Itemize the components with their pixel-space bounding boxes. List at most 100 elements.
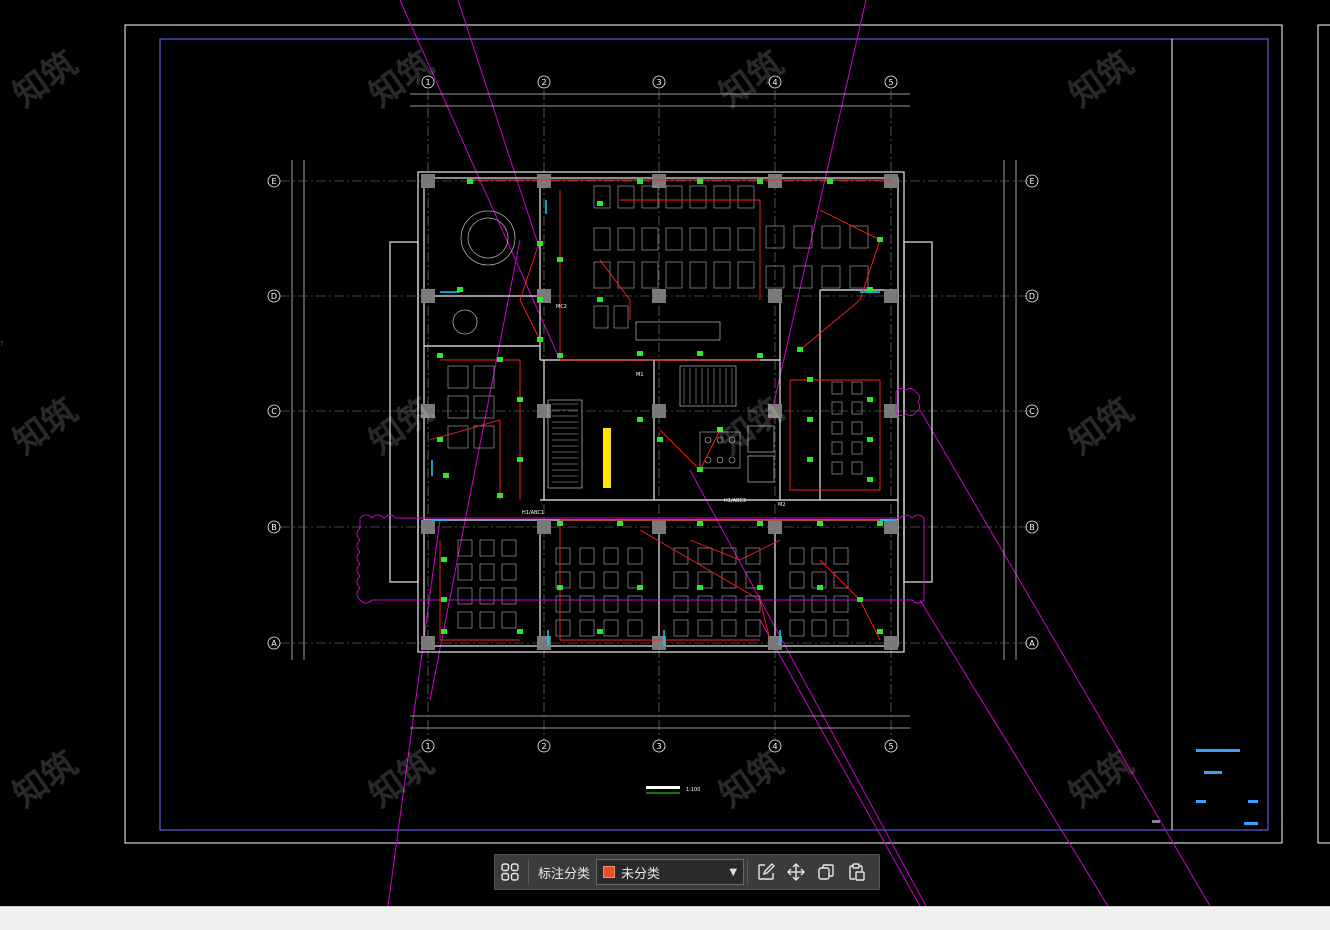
outlet-marker	[537, 337, 543, 342]
outlet-marker	[441, 597, 447, 602]
desk	[593, 227, 611, 251]
watermarks: 知筑 知筑 知筑 知筑知筑 知筑 知筑 知筑知筑 知筑 知筑 知筑	[6, 44, 1141, 816]
desk	[579, 547, 595, 565]
label-m1: M1	[636, 372, 644, 378]
watermark-text: 知筑	[1062, 391, 1141, 463]
axis-label-row-D: D	[271, 292, 277, 301]
watermark-text: 知筑	[362, 391, 441, 463]
toolbar-separator	[528, 860, 529, 884]
outlet-marker	[807, 417, 813, 422]
category-dropdown[interactable]: 未分类 ▼	[596, 859, 745, 885]
desk	[713, 261, 731, 289]
axis-label-row-A: A	[1029, 639, 1035, 648]
desk	[603, 619, 619, 637]
desk	[603, 571, 619, 589]
move-icon[interactable]	[781, 857, 811, 887]
outlet-marker	[537, 241, 543, 246]
cad-drawing-canvas[interactable]: 1122334455E ED DC CB BA A MC2 M1 M2 H1/A…	[0, 0, 1330, 930]
desk	[689, 185, 707, 209]
desk	[831, 461, 843, 475]
desk	[851, 421, 863, 435]
outlet-marker	[807, 377, 813, 382]
desk	[501, 611, 517, 629]
outlet-marker	[557, 257, 563, 262]
edit-icon[interactable]	[751, 857, 781, 887]
desk	[673, 571, 689, 589]
toolbar-separator	[747, 860, 749, 884]
desk	[473, 395, 495, 419]
axis-label-col-2: 2	[541, 78, 546, 87]
axis-label-row-E: E	[1029, 177, 1034, 186]
outlet-marker	[757, 179, 763, 184]
desk	[851, 441, 863, 455]
category-color-swatch	[603, 866, 616, 878]
outlet-marker	[877, 237, 883, 242]
desk	[665, 227, 683, 251]
desk	[579, 595, 595, 613]
desk	[721, 571, 737, 589]
outlet-marker	[697, 585, 703, 590]
desk	[789, 595, 805, 613]
outlet-marker	[537, 297, 543, 302]
axis-label-row-B: B	[271, 523, 277, 532]
axis-label-col-3: 3	[656, 742, 661, 751]
outlet-marker	[441, 557, 447, 562]
annotation-toolbar: 标注分类 未分类 ▼	[494, 854, 880, 890]
left-edge-text: 7	[0, 341, 4, 348]
desk	[603, 595, 619, 613]
desk	[603, 547, 619, 565]
outlet-marker	[597, 629, 603, 634]
desk	[831, 441, 843, 455]
outlet-marker	[517, 397, 523, 402]
status-bar	[0, 906, 1330, 930]
watermark-text: 知筑	[712, 44, 791, 116]
axis-label-col-5: 5	[888, 78, 893, 87]
title-block-text	[1152, 749, 1258, 825]
desk	[501, 563, 517, 581]
desk	[665, 185, 683, 209]
desk	[851, 461, 863, 475]
outlet-marker	[697, 351, 703, 356]
outlet-marker	[867, 397, 873, 402]
outlet-marker	[697, 179, 703, 184]
label-h1abc3: H1/ABC3	[724, 498, 746, 504]
desk	[811, 595, 827, 613]
outlet-marker	[497, 493, 503, 498]
outlet-marker	[757, 353, 763, 358]
desk	[457, 611, 473, 629]
desk	[479, 611, 495, 629]
axis-label-row-A: A	[271, 639, 277, 648]
desk	[479, 539, 495, 557]
desk	[673, 619, 689, 637]
category-selected-value: 未分类	[621, 866, 661, 882]
desk	[641, 261, 659, 289]
desk	[627, 595, 643, 613]
desk	[617, 261, 635, 289]
cyan-segments	[431, 200, 896, 646]
desk	[793, 225, 813, 249]
outlet-marker	[637, 417, 643, 422]
desk	[697, 619, 713, 637]
outlet-marker	[827, 179, 833, 184]
outlet-marker	[597, 201, 603, 206]
watermark-text: 知筑	[712, 391, 791, 463]
axis-label-row-C: C	[1029, 407, 1035, 416]
outlet-marker	[867, 437, 873, 442]
outlet-marker	[637, 585, 643, 590]
copy-icon[interactable]	[811, 857, 841, 887]
desk	[501, 587, 517, 605]
outlet-marker	[557, 585, 563, 590]
paste-icon[interactable]	[841, 857, 871, 887]
desk	[665, 261, 683, 289]
grid-icon[interactable]	[495, 857, 525, 887]
watermark-text: 知筑	[6, 744, 85, 816]
desk	[833, 547, 849, 565]
desk	[555, 619, 571, 637]
outlet-marker	[597, 297, 603, 302]
outlet-marker	[467, 179, 473, 184]
desk	[593, 261, 611, 289]
desk	[851, 401, 863, 415]
desk	[721, 595, 737, 613]
desk	[851, 381, 863, 395]
outlet-marker	[867, 477, 873, 482]
